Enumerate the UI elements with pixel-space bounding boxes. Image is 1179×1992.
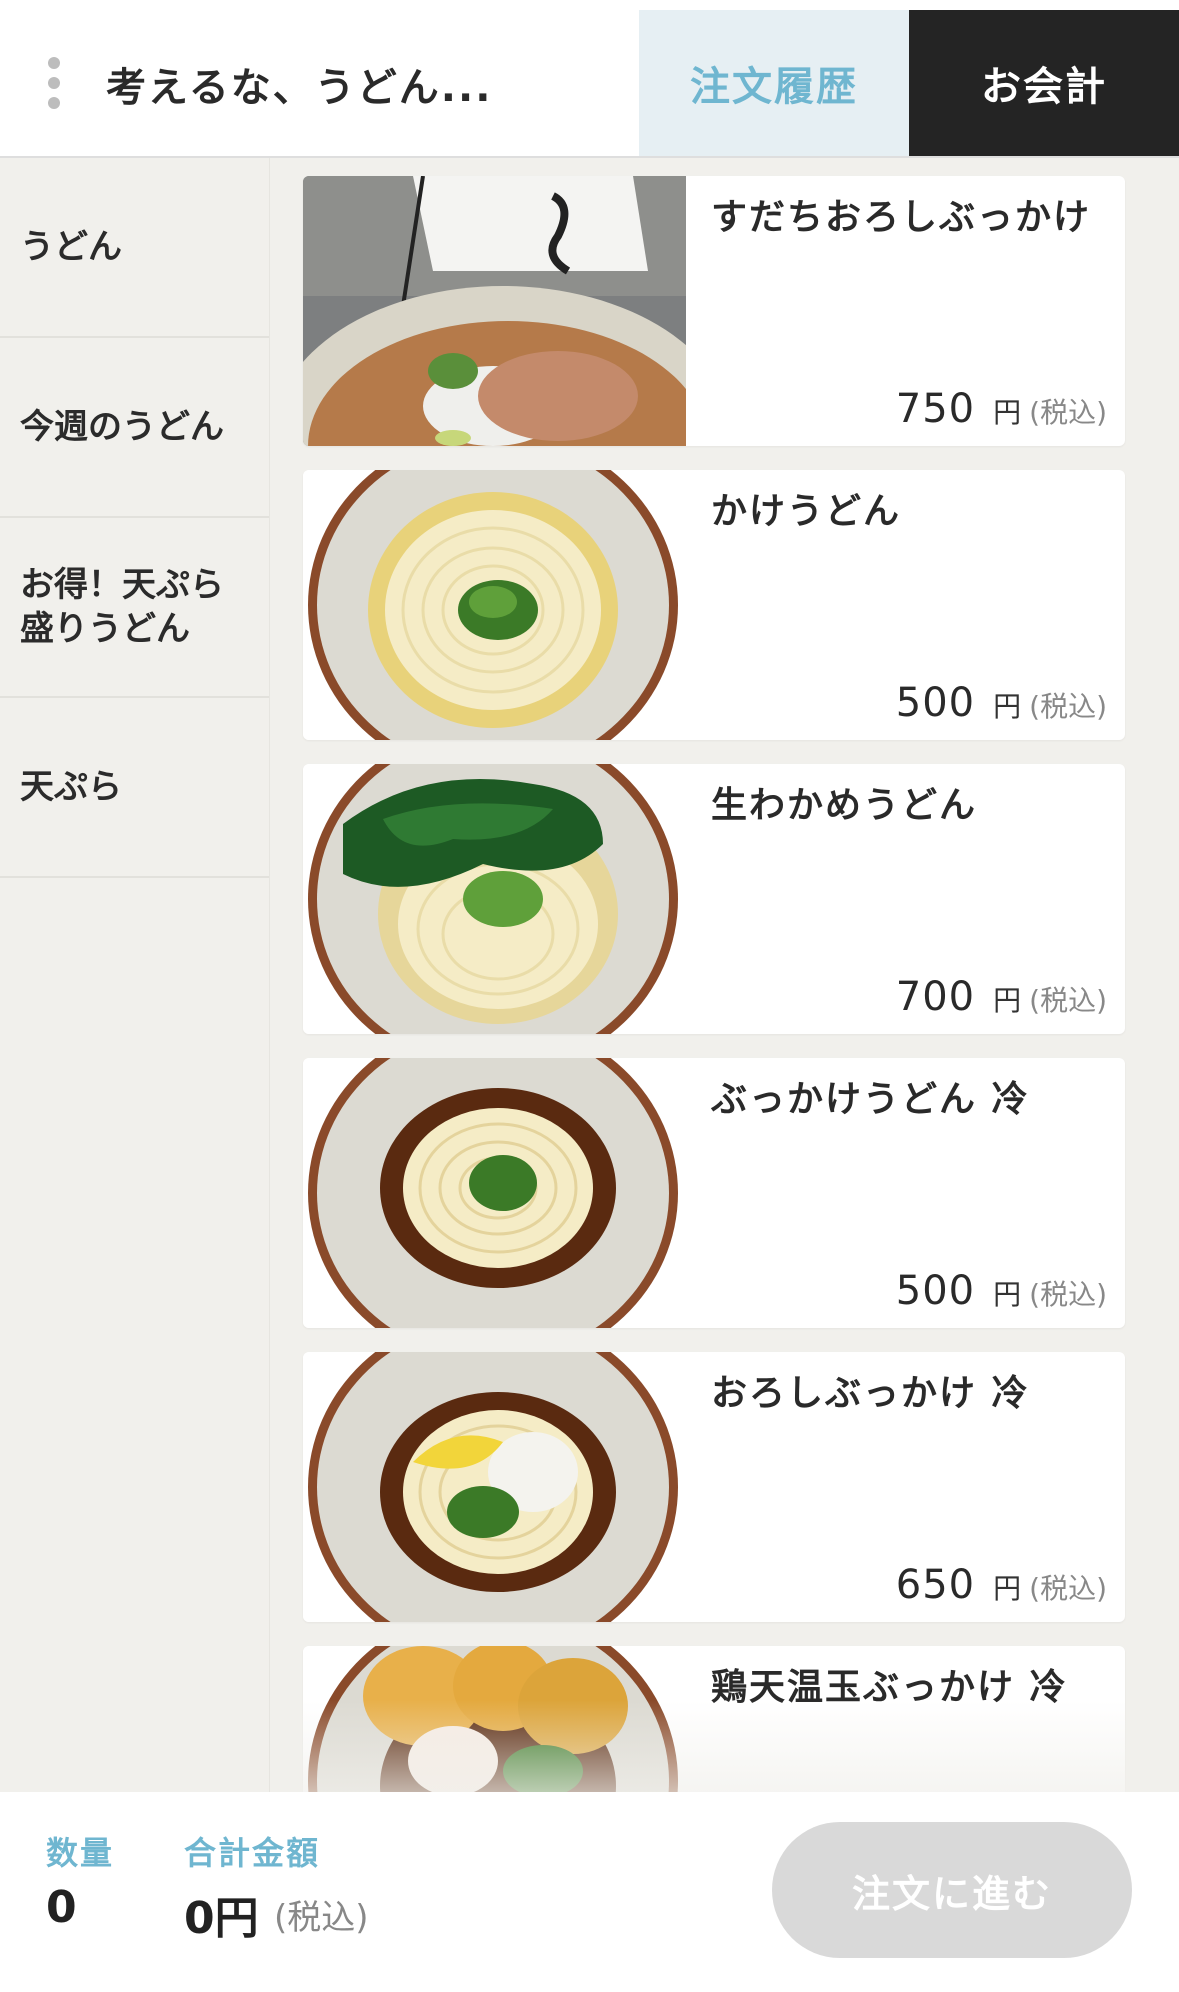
total-value: 0円 xyxy=(184,1893,259,1944)
quantity-value: 0 xyxy=(46,1882,77,1933)
tax-label: (税込) xyxy=(1029,984,1107,1017)
shop-name: 考えるな、うどん... xyxy=(106,65,493,111)
yen-label: 円 xyxy=(993,396,1022,429)
category-sidebar: うどん 今週のうどん お得！天ぷら 盛りうどん 天ぷら xyxy=(0,158,270,1792)
menu-item-photo xyxy=(303,470,686,740)
price-value: 500 xyxy=(895,1268,976,1314)
menu-item-name: すだちおろしぶっかけ xyxy=(711,197,1092,238)
tax-label: (税込) xyxy=(1029,1278,1107,1311)
tax-label: (税込) xyxy=(1029,1572,1107,1605)
price-value: 650 xyxy=(895,1562,976,1608)
category-tempura-udon-set[interactable]: お得！天ぷら 盛りうどん xyxy=(0,518,269,698)
menu-item-card[interactable]: すだちおろしぶっかけ 750 円 (税込) xyxy=(303,176,1125,446)
kebab-menu-icon[interactable] xyxy=(44,57,64,109)
category-weekly-udon[interactable]: 今週のうどん xyxy=(0,338,269,518)
menu-item-card[interactable]: 生わかめうどん 700 円 (税込) xyxy=(303,764,1125,1034)
menu-item-name: 生わかめうどん xyxy=(711,785,978,826)
category-label: 今週のうどん xyxy=(20,406,224,447)
checkout-tab[interactable]: お会計 xyxy=(909,10,1179,156)
category-udon[interactable]: うどん xyxy=(0,158,269,338)
menu-item-price: 500 円 (税込) xyxy=(896,1268,1107,1314)
menu-item-name: ぶっかけうどん 冷 xyxy=(711,1079,1030,1120)
menu-item-price: 650 円 (税込) xyxy=(896,1562,1107,1608)
menu-item-name: かけうどん xyxy=(711,491,902,532)
price-value: 700 xyxy=(895,974,976,1020)
price-value: 500 xyxy=(895,680,976,726)
order-history-tab[interactable]: 注文履歴 xyxy=(639,10,909,156)
menu-item-card[interactable]: かけうどん 500 円 (税込) xyxy=(303,470,1125,740)
menu-item-price: 750 円 (税込) xyxy=(896,386,1107,432)
header-bar: 考えるな、うどん... 注文履歴 お会計 xyxy=(0,0,1179,158)
menu-item-price: 500 円 (税込) xyxy=(896,680,1107,726)
category-label: うどん xyxy=(20,226,122,267)
quantity-label: 数量 xyxy=(46,1834,115,1872)
menu-item-photo xyxy=(303,176,686,446)
price-value: 750 xyxy=(895,386,976,432)
category-tempura[interactable]: 天ぷら xyxy=(0,698,269,878)
menu-item-card[interactable]: おろしぶっかけ 冷 650 円 (税込) xyxy=(303,1352,1125,1622)
proceed-to-order-button[interactable]: 注文に進む xyxy=(772,1822,1132,1958)
total-tax-label: (税込) xyxy=(274,1898,369,1938)
tax-label: (税込) xyxy=(1029,690,1107,723)
menu-item-photo xyxy=(303,1058,686,1328)
yen-label: 円 xyxy=(993,1278,1022,1311)
menu-item-card[interactable]: 鶏天温玉ぶっかけ 冷 xyxy=(303,1646,1125,1792)
menu-item-price: 700 円 (税込) xyxy=(896,974,1107,1020)
yen-label: 円 xyxy=(993,984,1022,1017)
category-label: お得！天ぷら 盛りうどん xyxy=(20,564,224,649)
yen-label: 円 xyxy=(993,1572,1022,1605)
menu-item-photo xyxy=(303,1646,686,1792)
menu-item-photo xyxy=(303,1352,686,1622)
tax-label: (税込) xyxy=(1029,396,1107,429)
category-label: 天ぷら xyxy=(20,766,122,807)
menu-item-photo xyxy=(303,764,686,1034)
yen-label: 円 xyxy=(993,690,1022,723)
menu-item-list: すだちおろしぶっかけ 750 円 (税込) かけうどん 500 円 (税込) 生… xyxy=(270,158,1179,1792)
menu-item-name: おろしぶっかけ 冷 xyxy=(711,1373,1030,1414)
total-label: 合計金額 xyxy=(184,1834,321,1872)
menu-item-name: 鶏天温玉ぶっかけ 冷 xyxy=(711,1667,1068,1708)
order-summary-bar: 数量 0 合計金額 0円 (税込) 注文に進む xyxy=(0,1792,1179,1992)
menu-item-card[interactable]: ぶっかけうどん 冷 500 円 (税込) xyxy=(303,1058,1125,1328)
